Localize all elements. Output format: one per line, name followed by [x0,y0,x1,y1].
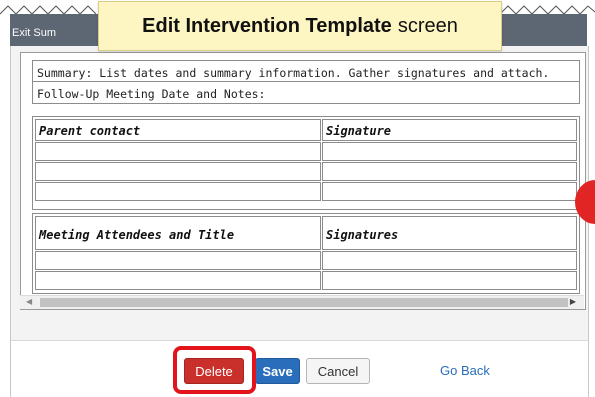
callout-title: Edit Intervention Template [142,14,392,37]
table-cell[interactable] [322,162,577,181]
parent-contact-table: Parent contact Signature [32,116,580,210]
go-back-link[interactable]: Go Back [440,363,490,378]
table-cell[interactable] [35,271,321,290]
table-cell[interactable] [35,162,321,181]
arrow-right-icon[interactable]: ▶ [570,297,576,306]
table-header: Signatures [322,216,577,250]
delete-highlight-box [173,346,256,394]
scrollbar-thumb[interactable] [40,298,568,307]
table-cell[interactable] [35,182,321,201]
cancel-button[interactable]: Cancel [306,358,370,384]
screen-title-callout: Edit Intervention Template screen [98,1,502,51]
summary-line: Summary: List dates and summary informat… [32,60,580,82]
table-cell[interactable] [322,142,577,161]
table-cell[interactable] [322,182,577,201]
arrow-left-icon[interactable]: ◀ [26,297,32,306]
table-cell[interactable] [322,251,577,270]
followup-line: Follow-Up Meeting Date and Notes: [32,82,580,104]
callout-suffix: screen [397,14,458,37]
table-header: Parent contact [35,119,321,141]
horizontal-scrollbar[interactable]: ◀ ▶ [20,295,584,309]
attendees-table: Meeting Attendees and Title Signatures [32,213,580,294]
table-cell[interactable] [35,142,321,161]
save-button[interactable]: Save [255,358,300,384]
window-title: Exit Sum [12,27,57,39]
template-editor[interactable]: Summary: List dates and summary informat… [20,52,586,310]
table-cell[interactable] [322,271,577,290]
table-header: Meeting Attendees and Title [35,216,321,250]
table-cell[interactable] [35,251,321,270]
table-header: Signature [322,119,577,141]
